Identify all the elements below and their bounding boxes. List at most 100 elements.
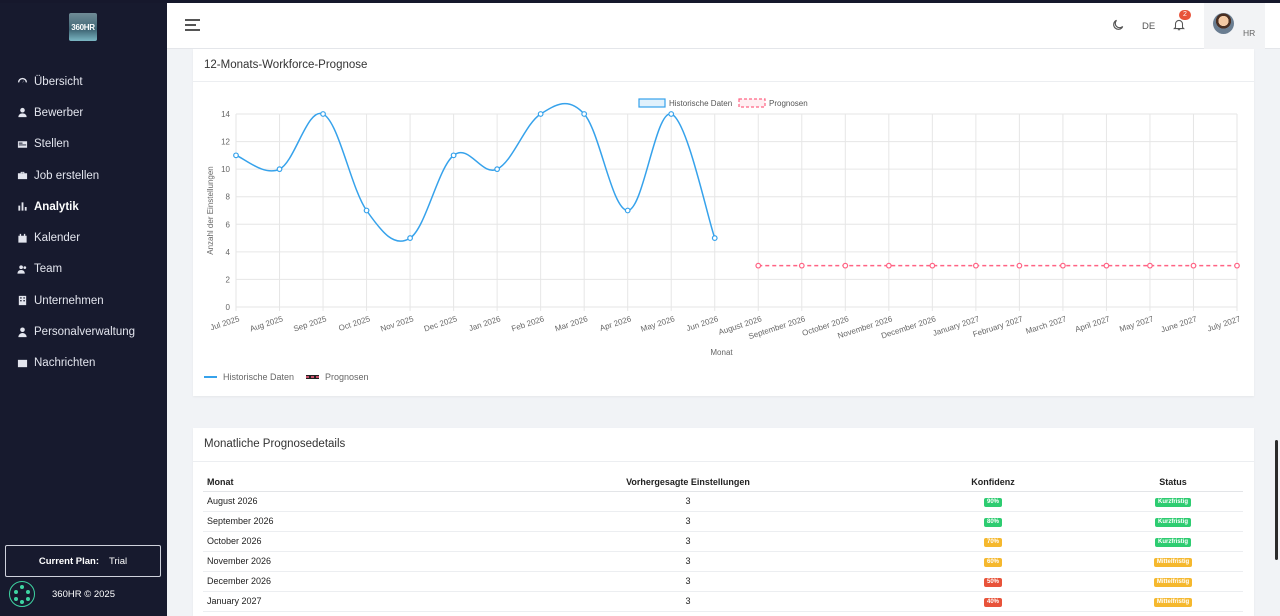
confidence-badge: 50% bbox=[983, 578, 1002, 587]
legend-swatch-historical bbox=[638, 98, 666, 108]
cell-hires: 3 bbox=[493, 551, 883, 572]
data-point bbox=[755, 262, 762, 269]
data-point bbox=[1016, 262, 1023, 269]
table-row: August 2026 3 90% Kurzfristig bbox=[203, 491, 1243, 512]
forecast-card-title: 12-Monats-Workforce-Prognose bbox=[204, 59, 368, 71]
forecast-chart: 0 2 4 6 8 10 12 14 Jul 2025 Aug 2025 Sep 2025 Oct 2… bbox=[204, 98, 1242, 382]
status-badge: Mittelfristig bbox=[1153, 598, 1193, 607]
cell-hires: 3 bbox=[493, 511, 883, 532]
data-point bbox=[885, 262, 892, 269]
moon-icon[interactable] bbox=[1111, 18, 1125, 32]
table-row: October 2026 3 70% Kurzfristig bbox=[203, 531, 1243, 552]
inbox-icon bbox=[17, 358, 28, 369]
user-menu[interactable]: HR bbox=[1204, 3, 1265, 49]
x-tick-label: July 2027 bbox=[1206, 314, 1242, 333]
x-tick-label: June 2027 bbox=[1160, 314, 1199, 334]
x-tick-label: March 2027 bbox=[1025, 314, 1068, 336]
sidebar-item-nachrichten[interactable]: Nachrichten bbox=[0, 348, 167, 379]
x-tick-label: Oct 2025 bbox=[338, 314, 372, 333]
card-icon bbox=[17, 139, 28, 150]
sidebar-item-analytik[interactable]: Analytik bbox=[0, 191, 167, 222]
sidebar-item-job-erstellen[interactable]: Job erstellen bbox=[0, 160, 167, 191]
data-point bbox=[581, 111, 588, 117]
data-point bbox=[1147, 262, 1153, 269]
data-point bbox=[320, 111, 326, 117]
data-point bbox=[624, 207, 631, 214]
user-icon bbox=[17, 107, 28, 118]
y-tick-label: 14 bbox=[221, 110, 230, 119]
avatar bbox=[1213, 13, 1234, 34]
x-tick-label: Aug 2025 bbox=[249, 314, 285, 333]
sidebar-item-übersicht[interactable]: Übersicht bbox=[0, 66, 167, 97]
cell-hires: 3 bbox=[493, 591, 883, 612]
sidebar-item-bewerber[interactable]: Bewerber bbox=[0, 97, 167, 128]
top-strip bbox=[0, 0, 1280, 3]
sidebar-item-personalverwaltung[interactable]: Personalverwaltung bbox=[0, 316, 167, 347]
language-switch[interactable]: DE bbox=[1142, 21, 1155, 32]
briefcase-icon bbox=[17, 170, 28, 181]
col-header-hires: Vorhergesagte Einstellungen bbox=[493, 473, 883, 492]
data-point bbox=[537, 111, 544, 117]
table-row: November 2026 3 60% Mittelfristig bbox=[203, 551, 1243, 572]
data-point bbox=[972, 262, 979, 269]
sidebar-item-label: Übersicht bbox=[34, 75, 83, 88]
menu-toggle-icon[interactable] bbox=[185, 19, 200, 32]
data-point bbox=[450, 152, 457, 159]
x-tick-label: Nov 2025 bbox=[379, 314, 415, 333]
x-tick-label: Sep 2025 bbox=[292, 314, 328, 333]
details-card-title: Monatliche Prognosedetails bbox=[204, 438, 346, 450]
current-plan-box[interactable]: Current Plan: Trial bbox=[5, 545, 161, 577]
sidebar-item-team[interactable]: Team bbox=[0, 254, 167, 285]
main-content: 12-Monats-Workforce-Prognose 0 2 4 6 8 10 12 14… bbox=[167, 49, 1270, 616]
sidebar-item-stellen[interactable]: Stellen bbox=[0, 129, 167, 160]
cell-month: August 2026 bbox=[203, 491, 493, 512]
x-tick-label: Jan 2026 bbox=[468, 314, 503, 333]
data-point bbox=[363, 207, 370, 214]
sidebar-item-unternehmen[interactable]: Unternehmen bbox=[0, 285, 167, 316]
sidebar-item-label: Analytik bbox=[34, 200, 79, 213]
sidebar-item-label: Bewerber bbox=[34, 106, 84, 119]
data-point bbox=[798, 262, 805, 269]
data-point bbox=[711, 235, 718, 241]
sidebar-nav: Übersicht Bewerber Stellen Job erstellen Ana… bbox=[0, 66, 167, 379]
user-tie-icon bbox=[17, 326, 28, 338]
details-card: Monatliche Prognosedetails Monat Vorherg… bbox=[193, 428, 1254, 616]
data-point bbox=[668, 111, 675, 117]
cell-month: November 2026 bbox=[203, 551, 493, 572]
legend-label-forecast: Prognosen bbox=[769, 99, 808, 108]
x-tick-label: April 2027 bbox=[1074, 314, 1112, 334]
plan-value: Trial bbox=[109, 555, 128, 567]
data-point bbox=[494, 166, 501, 173]
data-point bbox=[233, 152, 239, 159]
plan-label: Current Plan: bbox=[38, 555, 100, 567]
x-tick-label: February 2027 bbox=[972, 314, 1025, 339]
status-badge: Mittelfristig bbox=[1153, 558, 1193, 567]
legend-swatch-forecast bbox=[738, 98, 766, 108]
bar-chart-icon bbox=[17, 201, 28, 212]
cell-month: October 2026 bbox=[203, 531, 493, 552]
page-scrollbar[interactable] bbox=[1275, 440, 1278, 560]
brand-logo[interactable]: 360HR bbox=[69, 13, 97, 41]
x-tick-label: Feb 2026 bbox=[510, 314, 545, 333]
confidence-badge: 40% bbox=[983, 598, 1002, 607]
y-tick-label: 4 bbox=[226, 248, 231, 257]
cell-hires: 3 bbox=[493, 531, 883, 552]
col-header-month: Monat bbox=[203, 473, 493, 492]
status-badge: Kurzfristig bbox=[1155, 498, 1191, 507]
x-tick-label: May 2027 bbox=[1118, 314, 1155, 334]
x-tick-label: Jun 2026 bbox=[685, 314, 720, 333]
data-point bbox=[1103, 262, 1110, 269]
confidence-badge: 80% bbox=[983, 518, 1002, 527]
users-icon bbox=[17, 264, 28, 275]
y-tick-label: 10 bbox=[221, 165, 230, 174]
confidence-badge: 70% bbox=[983, 538, 1002, 547]
sidebar-item-label: Nachrichten bbox=[34, 357, 96, 370]
user-initials: HR bbox=[1243, 28, 1256, 38]
data-point bbox=[1060, 262, 1066, 269]
building-icon bbox=[17, 295, 28, 306]
sidebar-item-kalender[interactable]: Kalender bbox=[0, 222, 167, 253]
footer-copyright: 360HR © 2025 bbox=[9, 581, 115, 607]
sidebar-item-label: Kalender bbox=[34, 232, 81, 245]
data-point bbox=[842, 262, 849, 269]
dots-logo-icon bbox=[9, 581, 35, 607]
